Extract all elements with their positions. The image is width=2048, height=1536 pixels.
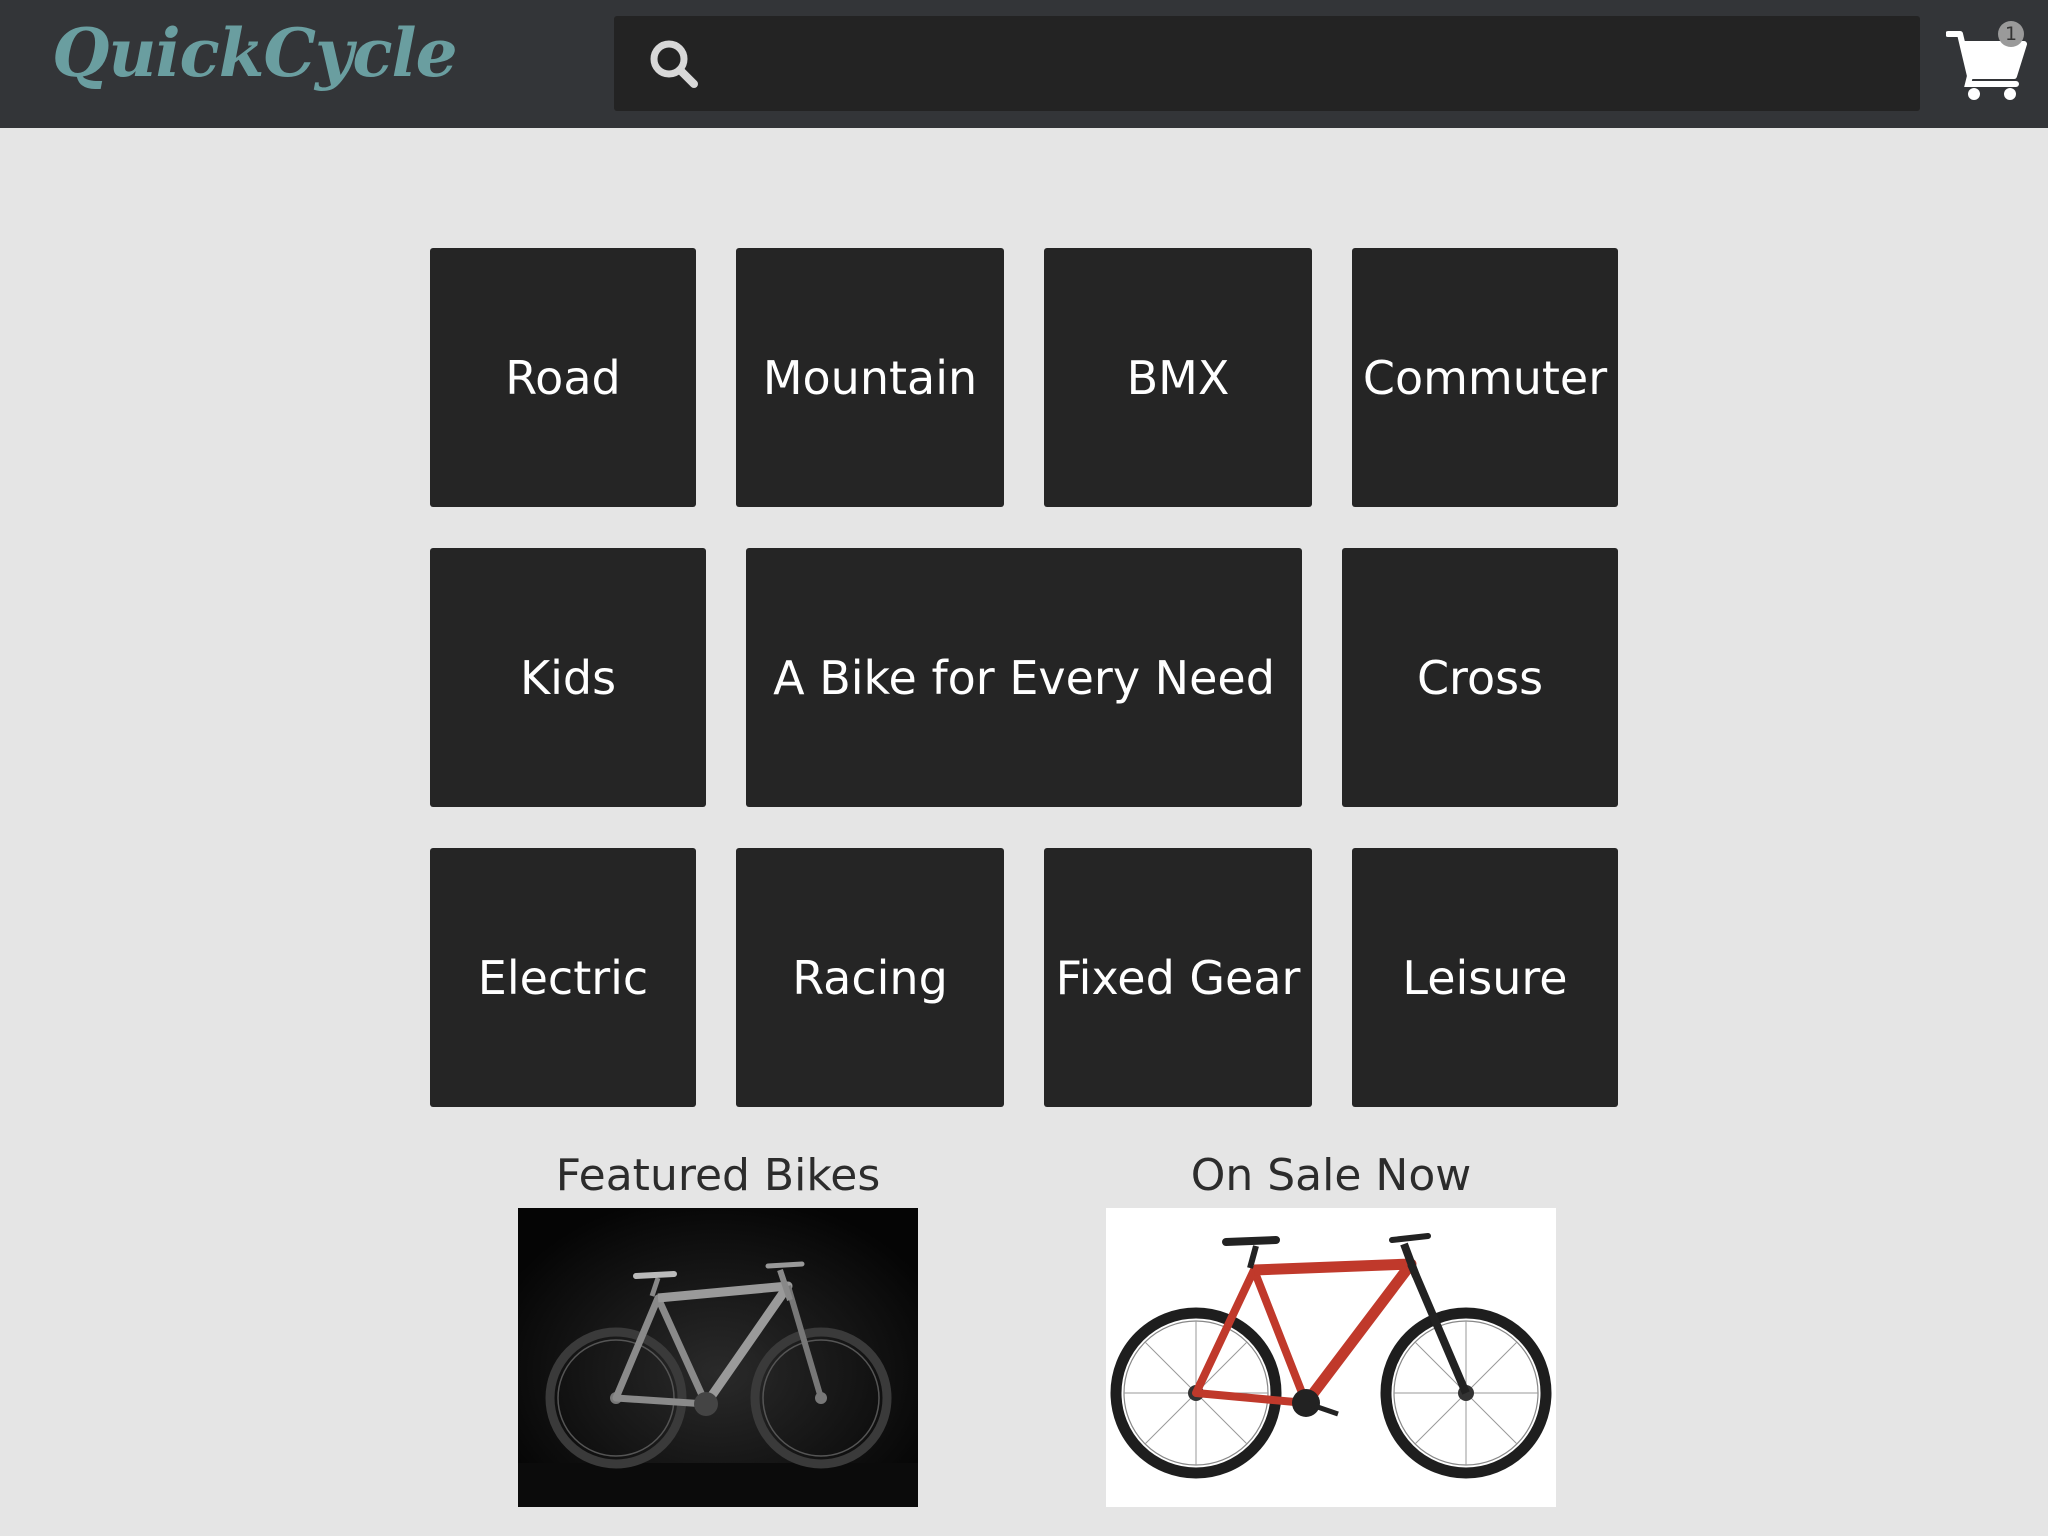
category-leisure[interactable]: Leisure: [1352, 848, 1618, 1107]
category-mountain[interactable]: Mountain: [736, 248, 1004, 507]
search-icon[interactable]: [646, 36, 702, 92]
category-label: Electric: [477, 950, 649, 1005]
category-road[interactable]: Road: [430, 248, 696, 507]
sale-title: On Sale Now: [1190, 1150, 1472, 1201]
category-label: Cross: [1416, 650, 1544, 705]
category-label: Road: [505, 350, 621, 405]
category-electric[interactable]: Electric: [430, 848, 696, 1107]
category-label: A Bike for Every Need: [773, 650, 1275, 705]
category-fixed-gear[interactable]: Fixed Gear: [1044, 848, 1312, 1107]
category-cross[interactable]: Cross: [1342, 548, 1618, 807]
cart-count-badge: 1: [1998, 21, 2024, 47]
featured-bike-image[interactable]: [518, 1208, 918, 1507]
category-label: Leisure: [1402, 950, 1568, 1005]
category-label: Fixed Gear: [1055, 950, 1301, 1005]
featured-title: Featured Bikes: [555, 1150, 881, 1201]
header-bar: QuickCycle 1: [0, 0, 2048, 128]
category-commuter[interactable]: Commuter: [1352, 248, 1618, 507]
category-label: Mountain: [762, 350, 978, 405]
category-bmx[interactable]: BMX: [1044, 248, 1312, 507]
logo[interactable]: QuickCycle: [52, 14, 458, 92]
category-kids[interactable]: Kids: [430, 548, 706, 807]
category-label: Commuter: [1362, 350, 1608, 405]
search-bar[interactable]: [614, 16, 1920, 113]
category-racing[interactable]: Racing: [736, 848, 1004, 1107]
category-label: BMX: [1126, 350, 1230, 405]
search-input[interactable]: [724, 16, 1908, 113]
sale-bike-image[interactable]: [1106, 1208, 1556, 1507]
category-every-need[interactable]: A Bike for Every Need: [746, 548, 1302, 807]
category-label: Kids: [519, 650, 617, 705]
category-label: Racing: [792, 950, 948, 1005]
